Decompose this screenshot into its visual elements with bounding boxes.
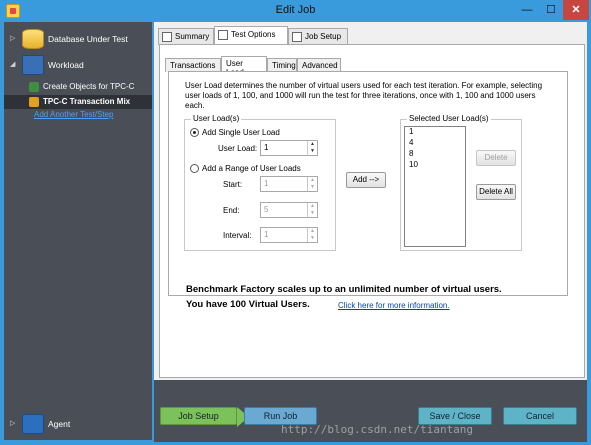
bottom-bar: Job Setup Run Job Save / Close Cancel ht… (154, 380, 587, 442)
list-item[interactable]: 4 (405, 138, 465, 149)
nav-subitem-create-objects[interactable]: Create Objects for TPC-C (4, 80, 152, 94)
single-user-load-radio[interactable] (190, 128, 199, 137)
virtual-users-count: You have 100 Virtual Users. (186, 299, 310, 310)
tab-label: Summary (175, 32, 210, 41)
down-arrow-icon[interactable]: ▼ (308, 184, 317, 191)
create-objects-icon (29, 82, 39, 92)
nav-item-label: Workload (48, 60, 84, 70)
scale-banner: Benchmark Factory scales up to an unlimi… (186, 284, 502, 295)
test-options-icon (218, 30, 228, 40)
tab-label: Job Setup (305, 32, 342, 41)
minimize-button[interactable]: — (515, 0, 539, 20)
down-arrow-icon[interactable]: ▼ (308, 210, 317, 217)
add-another-test-link[interactable]: Add Another Test/Step (34, 110, 113, 119)
nav-subitem-tpcc-mix[interactable]: TPC-C Transaction Mix (4, 95, 152, 109)
tab-test-options[interactable]: Test Options (214, 26, 288, 45)
end-value: 5 (264, 205, 269, 214)
stepper-buttons[interactable]: ▲ ▼ (307, 141, 317, 155)
main-panel: Summary Test Options Job Setup Transacti… (154, 22, 587, 380)
collapse-arrow-icon[interactable]: ◢ (10, 60, 15, 68)
start-label: Start: (223, 180, 243, 189)
tab-transactions[interactable]: Transactions (165, 58, 221, 72)
expand-arrow-icon[interactable]: ▷ (10, 34, 15, 42)
nav-subitem-label: Create Objects for TPC-C (43, 82, 135, 91)
group-title: Selected User Load(s) (407, 114, 491, 123)
list-item[interactable]: 1 (405, 127, 465, 138)
nav-item-database[interactable]: ▷ Database Under Test (4, 29, 152, 49)
agent-icon (22, 414, 44, 434)
transaction-mix-icon (29, 97, 39, 107)
single-user-load-label: Add Single User Load (202, 128, 280, 137)
more-info-link[interactable]: Click here for more information. (338, 301, 450, 310)
edit-job-window: Edit Job — ☐ ✕ ▷ Database Under Test ◢ W… (0, 0, 591, 445)
left-nav: ▷ Database Under Test ◢ Workload Create … (4, 22, 152, 440)
interval-value: 1 (264, 230, 269, 239)
stepper-buttons[interactable]: ▲ ▼ (307, 203, 317, 217)
watermark: http://blog.csdn.net/tiantang (281, 423, 474, 436)
tab-timing[interactable]: Timing (267, 58, 297, 72)
range-user-loads-label: Add a Range of User Loads (202, 164, 301, 173)
up-arrow-icon[interactable]: ▲ (308, 141, 317, 148)
job-setup-icon (292, 32, 302, 42)
stepper-buttons[interactable]: ▲ ▼ (307, 177, 317, 191)
nav-subitem-label: TPC-C Transaction Mix (43, 97, 131, 106)
start-value: 1 (264, 179, 269, 188)
up-arrow-icon[interactable]: ▲ (308, 177, 317, 184)
selected-user-loads-list[interactable]: 1 4 8 10 (404, 126, 466, 247)
up-arrow-icon[interactable]: ▲ (308, 203, 317, 210)
user-load-stepper[interactable]: 1 ▲ ▼ (260, 140, 318, 156)
workload-icon (22, 55, 44, 75)
title-bar: Edit Job — ☐ ✕ (0, 0, 591, 22)
list-item[interactable]: 8 (405, 149, 465, 160)
range-user-loads-radio[interactable] (190, 164, 199, 173)
group-title: User Load(s) (191, 114, 242, 123)
end-label: End: (223, 206, 240, 215)
nav-item-workload[interactable]: ◢ Workload (4, 55, 152, 75)
cancel-button[interactable]: Cancel (503, 407, 577, 425)
job-setup-button[interactable]: Job Setup (160, 407, 237, 425)
database-icon (22, 29, 44, 49)
add-button[interactable]: Add --> (346, 172, 386, 188)
up-arrow-icon[interactable]: ▲ (308, 228, 317, 235)
delete-button[interactable]: Delete (476, 150, 516, 166)
user-load-value: 1 (264, 143, 269, 152)
end-stepper[interactable]: 5 ▲ ▼ (260, 202, 318, 218)
tab-summary[interactable]: Summary (158, 28, 214, 45)
interval-label: Interval: (223, 231, 252, 240)
down-arrow-icon[interactable]: ▼ (308, 148, 317, 155)
user-load-description: User Load determines the number of virtu… (185, 81, 543, 110)
nav-item-agent[interactable]: ▷ Agent (4, 414, 152, 434)
nav-item-label: Agent (48, 419, 71, 429)
tab-advanced[interactable]: Advanced (297, 58, 341, 72)
nav-item-label: Database Under Test (48, 34, 128, 44)
interval-stepper[interactable]: 1 ▲ ▼ (260, 227, 318, 243)
start-stepper[interactable]: 1 ▲ ▼ (260, 176, 318, 192)
delete-all-button[interactable]: Delete All (476, 184, 516, 200)
stepper-buttons[interactable]: ▲ ▼ (307, 228, 317, 242)
tab-job-setup[interactable]: Job Setup (288, 28, 348, 45)
maximize-button[interactable]: ☐ (539, 0, 563, 20)
summary-icon (162, 32, 172, 42)
close-button[interactable]: ✕ (563, 0, 589, 20)
expand-arrow-icon[interactable]: ▷ (10, 419, 15, 427)
down-arrow-icon[interactable]: ▼ (308, 235, 317, 242)
list-item[interactable]: 10 (405, 160, 465, 171)
tab-label: Test Options (231, 30, 276, 39)
tab-user-load[interactable]: User Load (221, 56, 267, 77)
window-title: Edit Job (275, 4, 316, 16)
user-load-label: User Load: (218, 144, 258, 153)
